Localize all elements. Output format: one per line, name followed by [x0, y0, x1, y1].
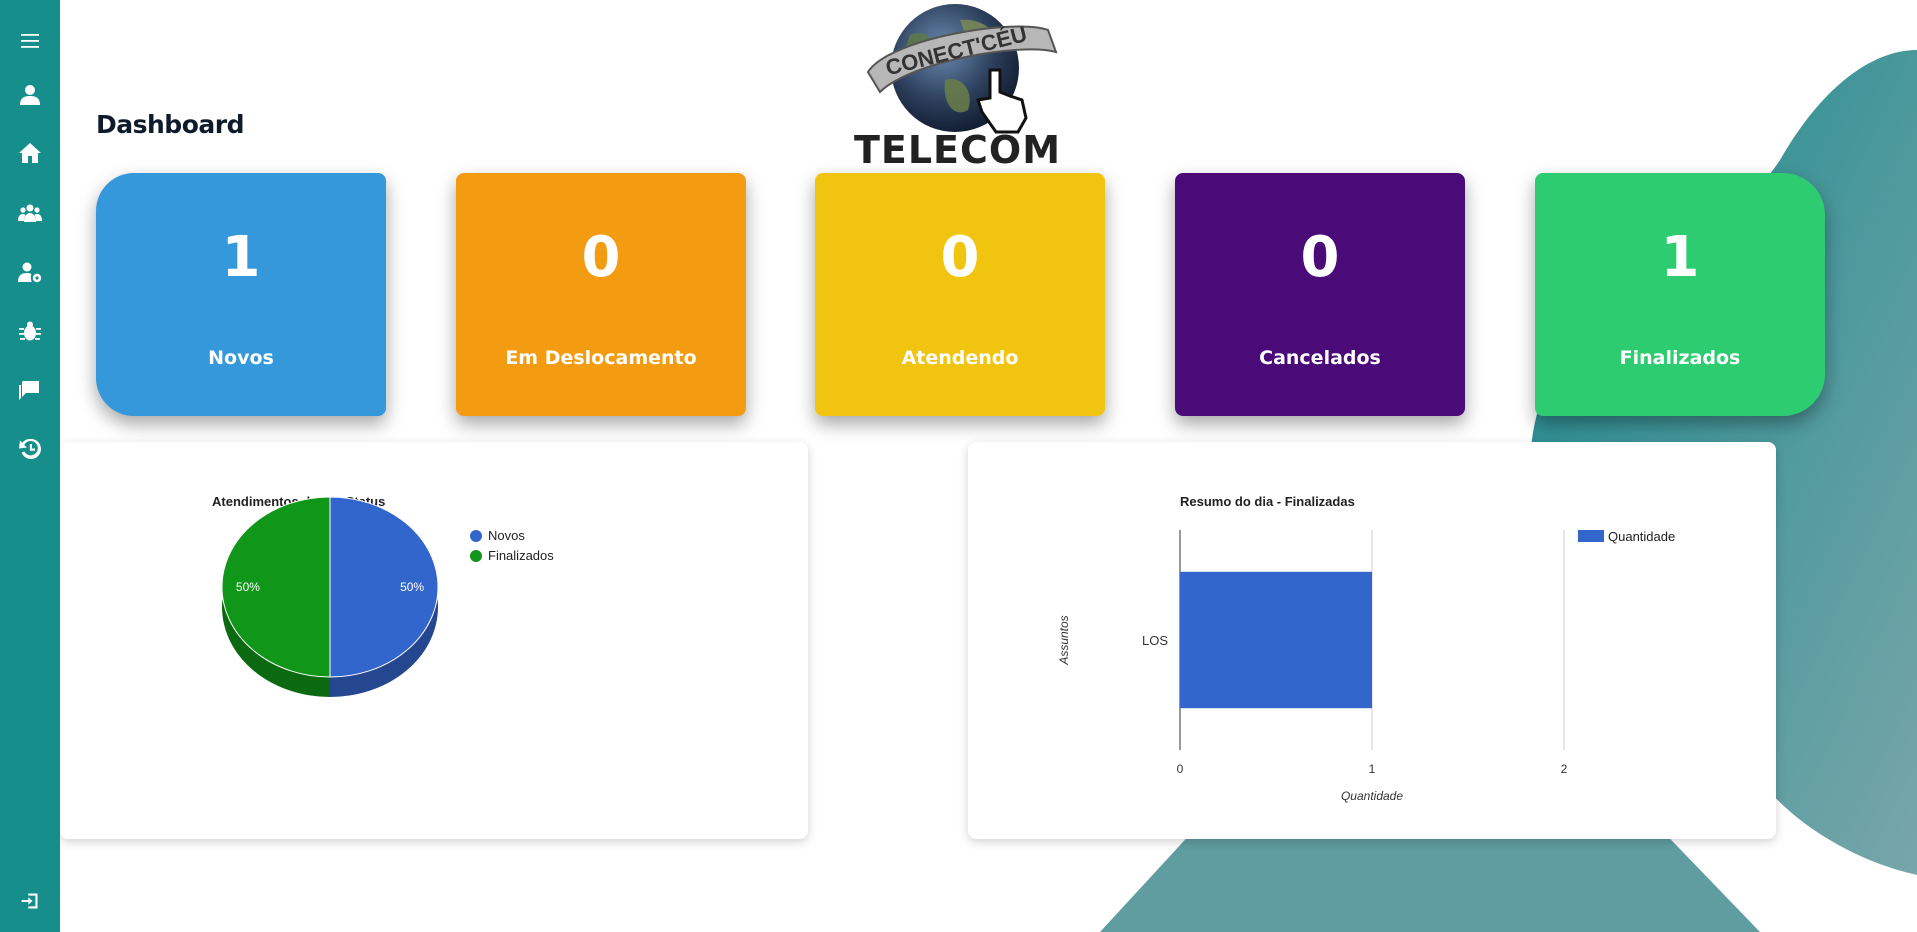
card-em-deslocamento[interactable]: 0 Em Deslocamento — [456, 173, 746, 416]
menu-icon — [21, 34, 39, 48]
dashboard-page: Dashboard CONECT'CÉU TELECOM 1 Novos 0 E… — [0, 0, 1917, 932]
y-category-label: LOS — [1142, 633, 1168, 648]
card-label: Cancelados — [1259, 347, 1381, 369]
card-value: 1 — [1660, 225, 1700, 290]
x-tick-label: 0 — [1177, 762, 1184, 776]
legend-marker — [1578, 530, 1604, 542]
card-value: 1 — [221, 225, 261, 290]
finalizadas-bar-chart: 0 1 2 LOS Quantidade Assuntos Quantidade — [1057, 529, 1675, 803]
card-value: 0 — [1300, 225, 1340, 290]
menu-toggle-button[interactable] — [0, 19, 60, 63]
users-group-icon — [18, 204, 42, 222]
card-atendendo[interactable]: 0 Atendendo — [815, 173, 1105, 416]
sidebar-item-history[interactable] — [0, 427, 60, 471]
sidebar-item-user-settings[interactable] — [0, 250, 60, 294]
card-finalizados[interactable]: 1 Finalizados — [1535, 173, 1825, 416]
logout-button[interactable] — [0, 879, 60, 923]
status-pie-chart: 50% 50% Novos Finalizados — [221, 496, 554, 697]
sidebar-item-home[interactable] — [0, 131, 60, 175]
legend-marker — [470, 530, 482, 542]
card-label: Novos — [208, 347, 274, 369]
logo-brand-text: TELECOM — [853, 128, 1062, 172]
bug-icon — [19, 321, 41, 341]
card-label: Atendendo — [901, 347, 1019, 369]
y-axis-title: Assuntos — [1057, 615, 1071, 665]
bar-los[interactable] — [1180, 571, 1372, 709]
x-tick-label: 1 — [1369, 762, 1376, 776]
logout-icon — [21, 893, 38, 909]
sidebar — [0, 0, 60, 932]
card-value: 0 — [581, 225, 621, 290]
home-icon — [19, 143, 41, 163]
page-title: Dashboard — [96, 110, 244, 139]
messages-icon — [19, 381, 39, 400]
legend-label: Quantidade — [1608, 529, 1675, 544]
legend-label: Novos — [488, 528, 525, 543]
legend-marker — [470, 550, 482, 562]
sidebar-item-bugs[interactable] — [0, 309, 60, 353]
card-label: Em Deslocamento — [505, 347, 697, 369]
history-icon — [19, 438, 41, 459]
globe-logo-graphic: CONECT'CÉU — [866, 4, 1058, 134]
x-tick-label: 2 — [1561, 762, 1568, 776]
card-novos[interactable]: 1 Novos — [96, 173, 386, 416]
x-axis-title: Quantidade — [1341, 789, 1403, 803]
sidebar-item-messages[interactable] — [0, 368, 60, 412]
card-value: 0 — [940, 225, 980, 290]
sidebar-item-clients[interactable] — [0, 191, 60, 235]
user-settings-icon — [18, 262, 42, 283]
company-logo: CONECT'CÉU TELECOM — [850, 0, 1065, 172]
legend-label: Finalizados — [488, 548, 554, 563]
pie-data-label: 50% — [236, 580, 260, 594]
status-pie-panel: Atendimentos do Dia Status 50%50% NovosF… — [60, 442, 808, 839]
sidebar-item-profile[interactable] — [0, 73, 60, 117]
finalizadas-bar-panel: Resumo do dia - Finalizadas 0 1 2 LOS Quanti… — [968, 442, 1776, 839]
user-icon — [20, 85, 40, 105]
card-label: Finalizados — [1619, 347, 1741, 369]
pie-data-label: 50% — [400, 580, 424, 594]
card-cancelados[interactable]: 0 Cancelados — [1175, 173, 1465, 416]
